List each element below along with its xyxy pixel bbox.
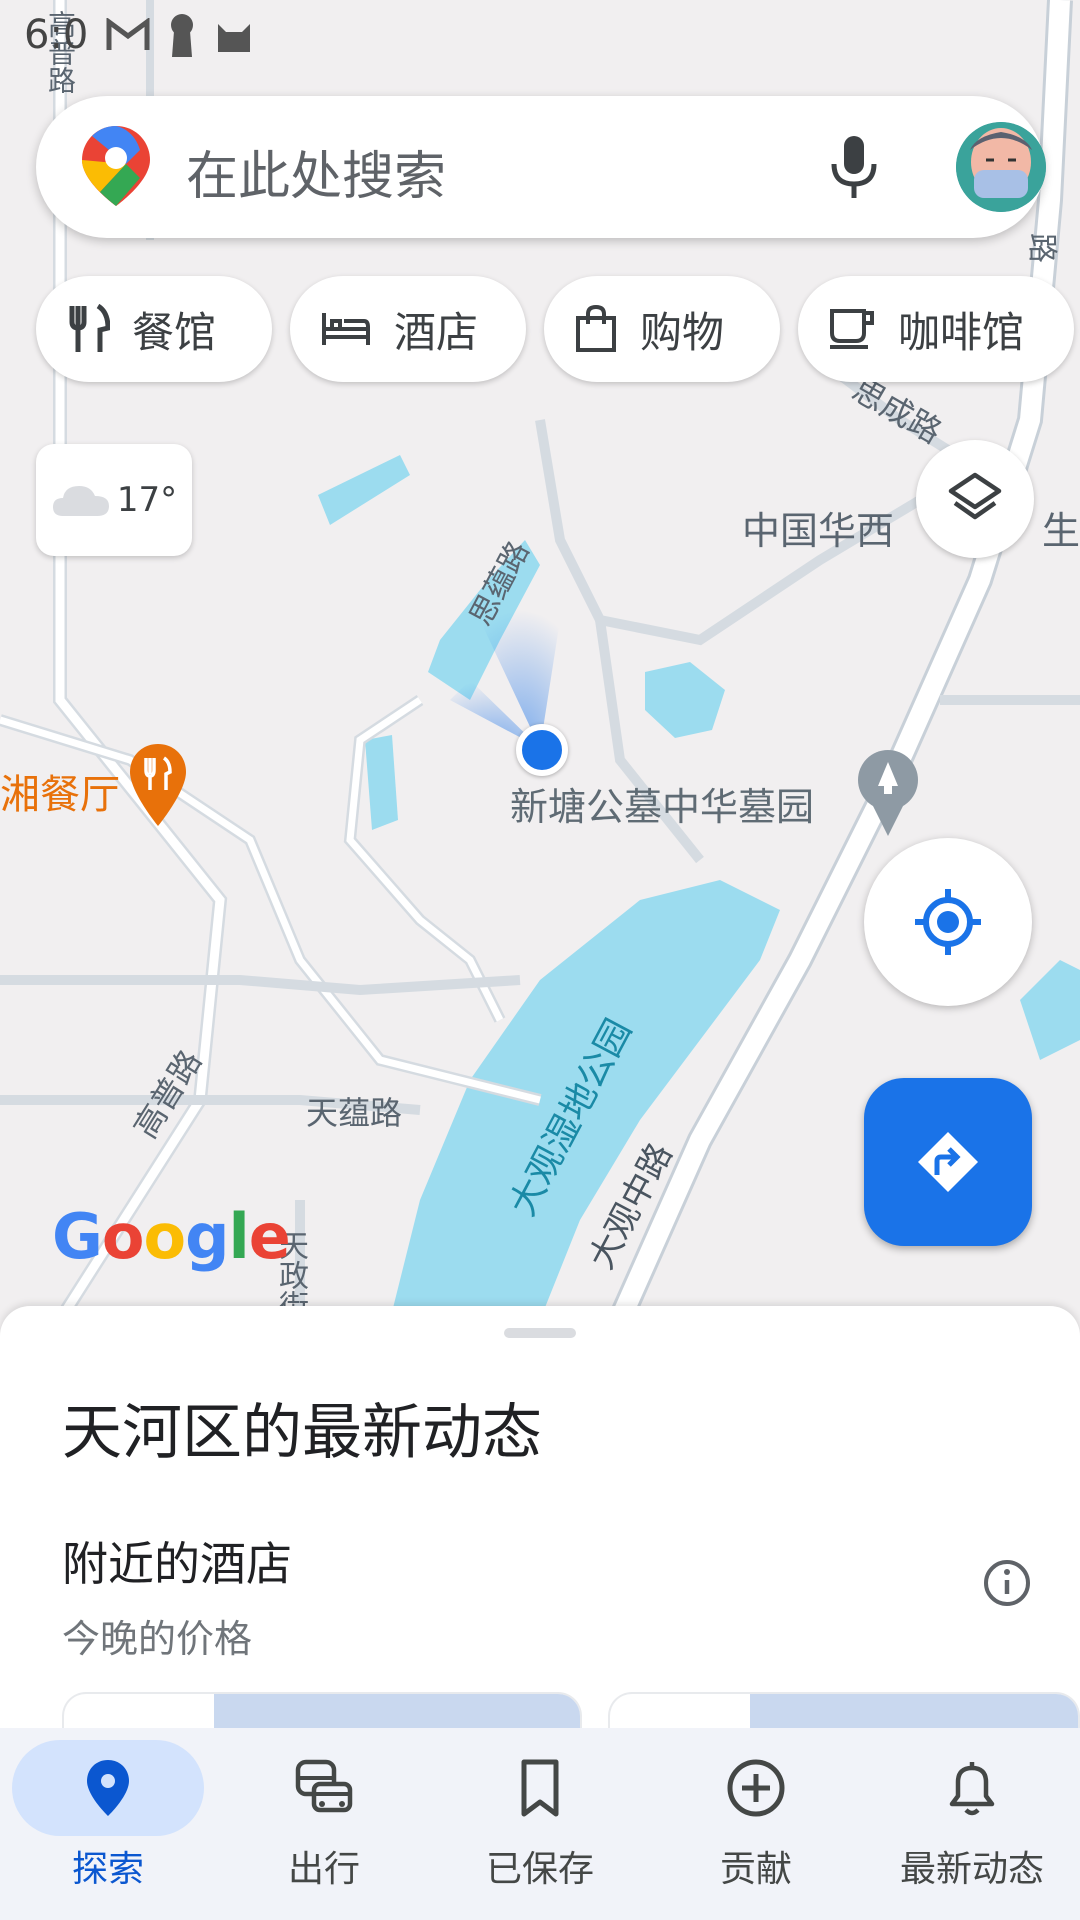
- cemetery-label[interactable]: 新塘公墓中华墓园: [510, 776, 814, 831]
- shopping-bag-icon: [576, 304, 616, 352]
- cloud-icon: [52, 486, 109, 516]
- nav-explore[interactable]: 探索: [0, 1728, 216, 1920]
- nav-saved-label: 已保存: [485, 1849, 594, 1890]
- restaurant-icon: [69, 304, 110, 352]
- chip-shopping[interactable]: 购物: [544, 276, 780, 382]
- road-3: [0, 975, 521, 996]
- weather-widget[interactable]: 17°: [36, 444, 192, 556]
- restaurant-label[interactable]: 湘餐厅: [0, 762, 120, 820]
- google-logo-g2: g: [185, 1200, 229, 1273]
- chip-restaurants-label: 餐馆: [132, 307, 217, 357]
- bottom-navigation: 探索 出行 已保存 贡献 最新动态: [0, 1728, 1080, 1920]
- add-circle-icon: [727, 1759, 785, 1817]
- weather-temperature: 17°: [116, 480, 178, 520]
- chip-shopping-label: 购物: [640, 307, 725, 357]
- nearby-hotels-title: 附近的酒店: [62, 1537, 292, 1591]
- layers-button[interactable]: [916, 440, 1034, 558]
- search-bar[interactable]: 在此处搜索: [36, 96, 1046, 238]
- google-maps-logo-icon: [82, 126, 150, 206]
- road-label-right-edge: 路: [1024, 233, 1059, 263]
- keyhole-icon: [171, 14, 194, 57]
- explore-pin-icon: [87, 1760, 129, 1816]
- nav-commute-label: 出行: [287, 1849, 360, 1890]
- my-location-icon: [915, 889, 981, 955]
- my-location-button[interactable]: [864, 838, 1032, 1006]
- notifications-icon: [949, 1762, 995, 1816]
- nav-saved[interactable]: 已保存: [432, 1728, 648, 1920]
- nav-contribute[interactable]: 贡献: [648, 1728, 864, 1920]
- chip-hotels-label: 酒店: [394, 307, 479, 357]
- pond-2: [365, 735, 398, 830]
- bookmark-icon: [521, 1759, 559, 1817]
- hotel-icon: [322, 313, 370, 345]
- profile-avatar[interactable]: [956, 122, 1046, 212]
- sheet-title: 天河区的最新动态: [62, 1398, 542, 1468]
- search-input[interactable]: 在此处搜索: [186, 134, 446, 209]
- google-logo-l: l: [228, 1200, 250, 1273]
- gmail-icon: [106, 18, 150, 50]
- nearby-hotels-subtitle: 今晚的价格: [62, 1617, 253, 1661]
- nav-commute[interactable]: 出行: [216, 1728, 432, 1920]
- microphone-icon[interactable]: [824, 132, 884, 202]
- chip-hotels[interactable]: 酒店: [290, 276, 526, 382]
- chip-coffee[interactable]: 咖啡馆: [798, 276, 1074, 382]
- status-time: 6:0: [24, 12, 89, 58]
- nav-updates[interactable]: 最新动态: [864, 1728, 1080, 1920]
- current-location-dot: [516, 724, 568, 776]
- google-logo: Google: [52, 1200, 291, 1273]
- restaurant-pin[interactable]: [130, 744, 186, 826]
- google-logo-g: G: [52, 1200, 103, 1273]
- google-logo-e: e: [248, 1200, 291, 1273]
- nav-contribute-label: 贡献: [719, 1849, 792, 1890]
- hotel-card-1[interactable]: [62, 1692, 582, 1732]
- nav-updates-label: 最新动态: [899, 1849, 1044, 1890]
- layers-icon: [948, 472, 1002, 520]
- hospital-label-right[interactable]: 生工: [1042, 500, 1080, 555]
- chip-restaurants[interactable]: 餐馆: [36, 276, 272, 382]
- hotel-card-2[interactable]: [608, 1692, 1080, 1732]
- google-logo-o2: o: [143, 1200, 187, 1273]
- drag-handle[interactable]: [504, 1328, 576, 1338]
- commute-icon: [295, 1759, 353, 1813]
- pond-right: [1020, 960, 1080, 1060]
- pond-3: [645, 662, 725, 738]
- google-logo-o1: o: [101, 1200, 145, 1273]
- pond-1: [318, 455, 410, 525]
- chip-coffee-label: 咖啡馆: [898, 307, 1025, 357]
- road-label-tianyun: 天蕴路: [306, 1094, 403, 1132]
- cat-icon: [218, 24, 251, 52]
- directions-button[interactable]: [864, 1078, 1032, 1246]
- hospital-label[interactable]: 中国华西: [742, 500, 894, 555]
- info-icon[interactable]: [982, 1558, 1032, 1608]
- status-bar: 6:0: [0, 0, 1080, 70]
- directions-icon: [918, 1132, 978, 1192]
- coffee-icon: [830, 309, 874, 349]
- nav-explore-label: 探索: [71, 1849, 144, 1890]
- category-chips: 餐馆 酒店 购物 咖啡馆: [36, 276, 1074, 382]
